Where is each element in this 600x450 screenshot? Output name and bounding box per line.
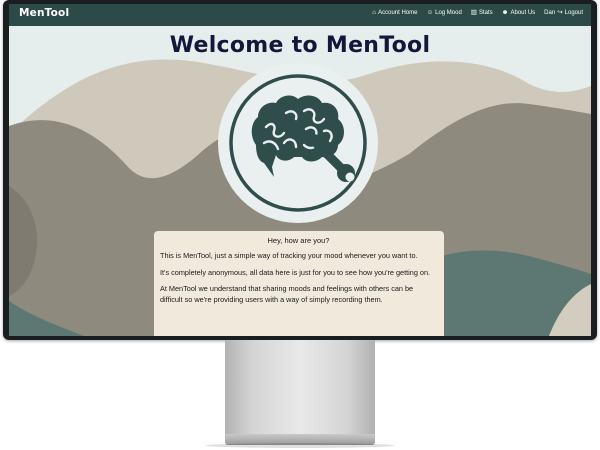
- nav-logout-label: Logout: [564, 10, 583, 17]
- nav-log-mood-label: Log Mood: [435, 10, 462, 17]
- nav-about-us-label: About Us: [510, 10, 536, 17]
- brand-logo[interactable]: MenTool: [19, 7, 69, 19]
- nav-account-home[interactable]: ⌂ Account Home: [372, 9, 418, 17]
- monitor-bezel: MenTool ⌂ Account Home ☺ Log Mood ▥ Stat…: [3, 0, 597, 340]
- users-icon: ☻: [501, 9, 509, 16]
- card-heading: Hey, how are you?: [267, 236, 330, 245]
- nav-links: ⌂ Account Home ☺ Log Mood ▥ Stats ☻ Abou…: [372, 9, 583, 17]
- navbar: MenTool ⌂ Account Home ☺ Log Mood ▥ Stat…: [9, 4, 591, 26]
- screen: MenTool ⌂ Account Home ☺ Log Mood ▥ Stat…: [9, 4, 591, 336]
- brain-wrench-icon: [229, 74, 367, 212]
- card-paragraph: It's completely anonymous, all data here…: [160, 267, 431, 277]
- monitor-stand: [225, 340, 375, 435]
- nav-account-home-label: Account Home: [378, 10, 418, 17]
- nav-log-mood[interactable]: ☺ Log Mood: [426, 9, 462, 17]
- monitor-shadow: [205, 443, 395, 448]
- nav-username-label: Dan: [544, 10, 556, 17]
- chart-icon: ▥: [470, 9, 477, 16]
- logout-icon: ↪: [557, 9, 563, 16]
- nav-stats[interactable]: ▥ Stats: [470, 9, 493, 17]
- nav-about-us[interactable]: ☻ About Us: [501, 9, 536, 17]
- welcome-card: Hey, how are you? This is MenTool, just …: [154, 231, 444, 336]
- card-paragraph: This is MenTool, just a simple way of tr…: [160, 251, 418, 260]
- page-title: Welcome to MenTool: [169, 33, 431, 58]
- home-icon: ⌂: [372, 9, 377, 16]
- card-paragraph: At MenTool we understand that sharing mo…: [160, 284, 414, 304]
- logo-container: [218, 63, 378, 223]
- smile-icon: ☺: [426, 9, 434, 16]
- nav-stats-label: Stats: [478, 10, 493, 17]
- nav-logout[interactable]: Dan ↪ Logout: [544, 9, 583, 17]
